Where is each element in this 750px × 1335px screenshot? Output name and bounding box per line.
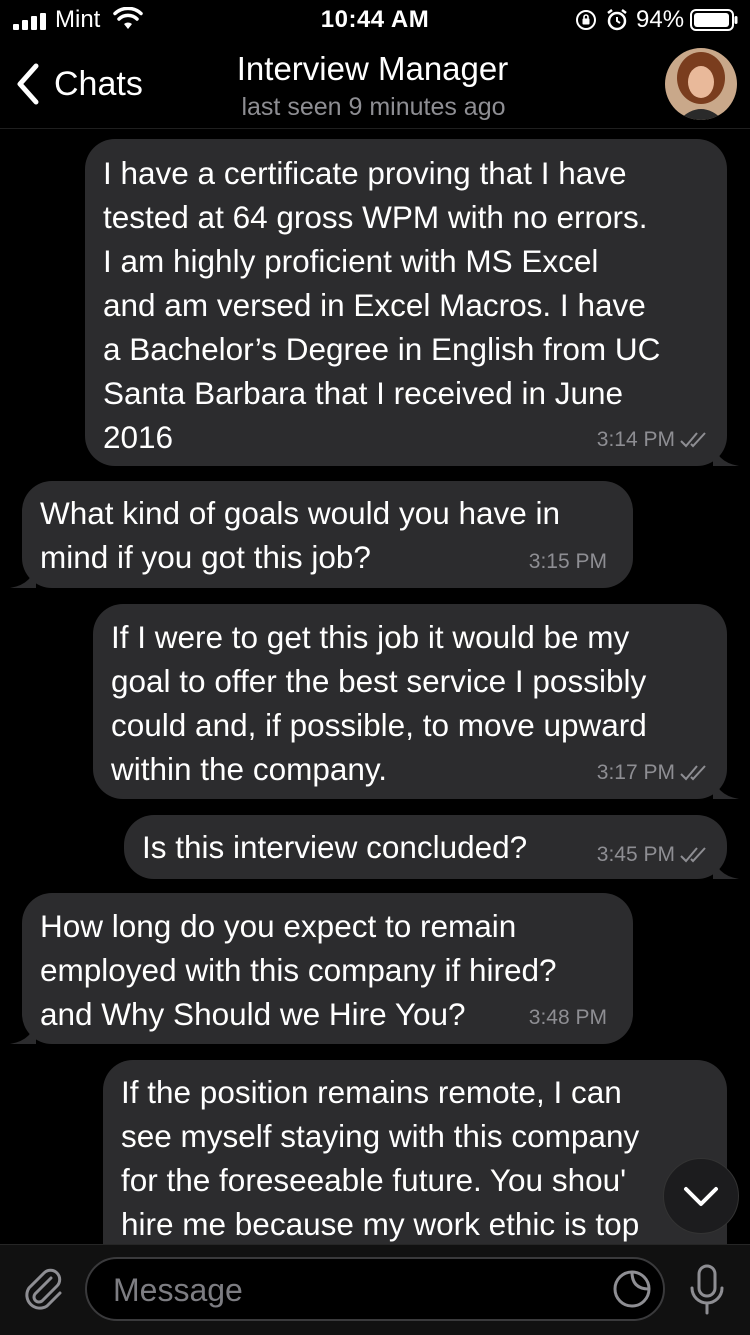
- message-meta: 3:17 PM: [597, 761, 709, 785]
- paperclip-icon[interactable]: [20, 1265, 66, 1311]
- chat-title-area[interactable]: Interview Manager last seen 9 minutes ag…: [0, 50, 750, 122]
- message-bubble-outgoing[interactable]: If I were to get this job it would be my…: [93, 604, 739, 799]
- bubble-tail: [713, 853, 739, 879]
- message-field[interactable]: [85, 1257, 665, 1321]
- message-bubble-outgoing[interactable]: I have a certificate proving that I have…: [85, 139, 739, 466]
- chat-title: Interview Manager: [236, 50, 509, 87]
- bubble-tail: [713, 773, 739, 799]
- message-bubble-outgoing[interactable]: Is this interview concluded? 3:45 PM: [124, 815, 739, 879]
- message-bubble-incoming[interactable]: How long do you expect to remain employe…: [10, 893, 633, 1044]
- battery-percentage: 94%: [636, 6, 685, 33]
- message-time: 3:14 PM: [596, 428, 675, 451]
- message-meta: 3:14 PM: [597, 428, 709, 452]
- bubble-tail: [10, 1018, 36, 1044]
- last-seen-status: last seen 9 minutes ago: [241, 93, 506, 121]
- message-bubble-incoming[interactable]: What kind of goals would you have in min…: [10, 481, 633, 588]
- microphone-icon[interactable]: [688, 1263, 726, 1317]
- bubble-tail: [713, 440, 739, 466]
- double-check-icon: [680, 847, 706, 863]
- message-time: 3:48 PM: [528, 1006, 607, 1029]
- double-check-icon: [680, 432, 706, 448]
- message-input-bar: [0, 1244, 750, 1335]
- status-bar: Mint 10:44 AM 94%: [0, 0, 750, 40]
- sticker-icon[interactable]: [612, 1269, 652, 1309]
- battery-icon: [690, 9, 738, 31]
- message-meta: 3:48 PM: [529, 1006, 607, 1030]
- chevron-down-icon: [684, 1187, 718, 1206]
- alarm-icon: [607, 9, 627, 31]
- profile-photo: [665, 48, 737, 120]
- message-time: 3:15 PM: [528, 550, 607, 573]
- message-time: 3:45 PM: [596, 843, 675, 866]
- rotation-lock-icon: [576, 10, 596, 30]
- message-meta: 3:15 PM: [529, 550, 607, 574]
- message-text: I have a certificate proving that I have…: [103, 155, 661, 455]
- message-input[interactable]: [111, 1259, 595, 1321]
- double-check-icon: [680, 765, 706, 781]
- chat-header: Chats Interview Manager last seen 9 minu…: [0, 40, 750, 129]
- scroll-to-bottom-button[interactable]: [663, 1158, 739, 1234]
- avatar[interactable]: [665, 48, 737, 120]
- bubble-tail: [10, 562, 36, 588]
- message-meta: 3:45 PM: [597, 843, 709, 867]
- message-text: If the position remains remote, I can se…: [121, 1074, 640, 1242]
- message-time: 3:17 PM: [596, 761, 675, 784]
